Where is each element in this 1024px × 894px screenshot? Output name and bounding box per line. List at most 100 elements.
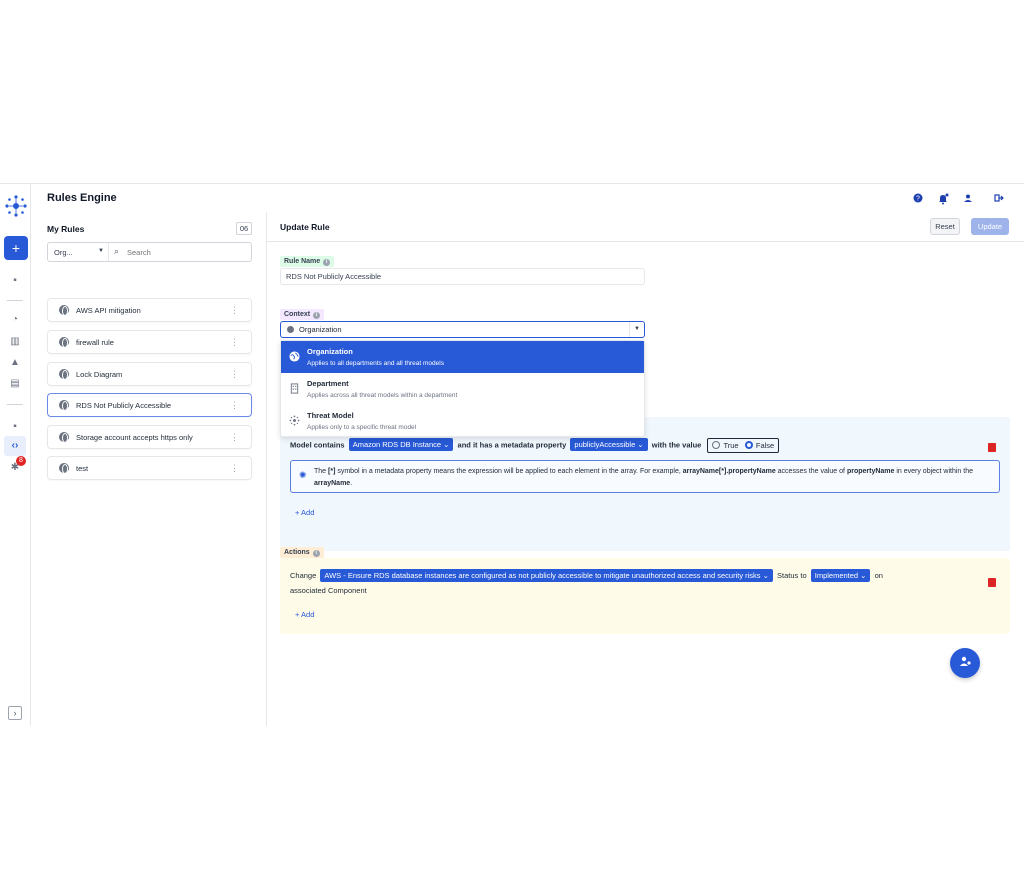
chart-icon[interactable]: ◔ xyxy=(9,314,21,326)
component-select-value: Amazon RDS DB Instance xyxy=(352,440,442,450)
rule-item-label: Lock Diagram xyxy=(76,370,123,379)
kebab-menu-icon[interactable]: ⋮ xyxy=(230,399,239,411)
shapes-icon[interactable]: ▲ xyxy=(9,357,21,369)
svg-text:?: ? xyxy=(916,196,920,203)
info-text-part: in every object within the xyxy=(894,468,974,475)
bell-icon[interactable] xyxy=(937,193,949,205)
update-rule-panel: Update Rule Reset Update Rule Name i RDS … xyxy=(267,212,1024,726)
notification-badge: 8 xyxy=(16,456,26,466)
rule-name-input[interactable]: RDS Not Publicly Accessible xyxy=(280,268,645,285)
rule-item-label: AWS API mitigation xyxy=(76,306,141,315)
info-icon[interactable]: i xyxy=(323,259,331,266)
globe-icon xyxy=(59,305,69,316)
action-suffix: on xyxy=(874,571,883,580)
action-row-2: associated Component xyxy=(290,586,367,595)
action-prefix: Change xyxy=(290,571,317,580)
context-select-value: Organization xyxy=(299,325,342,334)
property-select-value: publiclyAccessible xyxy=(574,440,636,450)
rule-item-label: test xyxy=(76,464,89,473)
info-text-part: symbol in a metadata property means the … xyxy=(335,468,683,475)
info-icon[interactable]: i xyxy=(312,550,320,557)
reset-button[interactable]: Reset xyxy=(930,218,960,235)
rule-item-firewall-rule[interactable]: firewall rule ⋮ xyxy=(47,330,252,354)
property-select[interactable]: publiclyAccessible ⌄ xyxy=(570,438,648,452)
rule-item-rds-not-publicly-accessible[interactable]: RDS Not Publicly Accessible ⋮ xyxy=(47,393,252,417)
search-icon: ⌕ xyxy=(114,246,120,256)
library-icon[interactable]: ▥ xyxy=(9,336,21,348)
globe-icon xyxy=(59,369,69,380)
actions-label-text: Actions xyxy=(284,549,310,556)
context-option-threat-model[interactable]: Threat Model Applies only to a specific … xyxy=(281,405,644,437)
option-description: Applies to all departments and all threa… xyxy=(307,360,444,367)
storage-icon[interactable]: ▤ xyxy=(9,378,21,390)
threat-model-icon xyxy=(289,415,300,426)
delete-condition-icon[interactable] xyxy=(988,443,996,452)
kebab-menu-icon[interactable]: ⋮ xyxy=(230,431,239,443)
rules-list-panel: My Rules 06 Org... ▼ ⌕ AWS API mitigatio… xyxy=(31,212,267,726)
logout-icon[interactable] xyxy=(993,193,1005,205)
add-condition-button[interactable]: + Add xyxy=(295,508,314,517)
component-select[interactable]: Amazon RDS DB Instance ⌄ xyxy=(348,438,454,452)
info-text-part: arrayName xyxy=(314,480,351,487)
context-option-department[interactable]: Department Applies across all threat mod… xyxy=(281,373,644,405)
rail-divider xyxy=(7,300,23,301)
filter-divider xyxy=(108,243,109,261)
false-radio[interactable] xyxy=(744,441,753,449)
page-title: Update Rule xyxy=(280,222,330,232)
condition-prefix: Model contains xyxy=(290,440,345,450)
context-dropdown: Organization Applies to all departments … xyxy=(280,340,645,437)
option-description: Applies across all threat models within … xyxy=(307,392,458,399)
kebab-menu-icon[interactable]: ⋮ xyxy=(230,304,239,316)
info-icon[interactable]: i xyxy=(313,312,321,319)
org-filter-select[interactable]: Org... xyxy=(54,248,73,257)
context-label-text: Context xyxy=(284,311,311,318)
actions-label: Actions i xyxy=(280,547,324,558)
rules-code-icon[interactable]: ‹› xyxy=(4,436,26,456)
condition-mid: and it has a metadata property xyxy=(457,440,567,450)
help-icon[interactable]: ? xyxy=(912,193,924,205)
user-icon[interactable] xyxy=(962,193,974,205)
condition-row: Model contains Amazon RDS DB Instance ⌄ … xyxy=(290,438,780,453)
rule-item-lock-diagram[interactable]: Lock Diagram ⋮ xyxy=(47,362,252,386)
info-text-part: . xyxy=(350,480,353,487)
folder-icon[interactable]: ▪ xyxy=(9,421,21,433)
kebab-menu-icon[interactable]: ⋮ xyxy=(230,336,239,348)
kebab-menu-icon[interactable]: ⋮ xyxy=(230,368,239,380)
rule-item-storage-account[interactable]: Storage account accepts https only ⋮ xyxy=(47,425,252,449)
caret-down-icon[interactable]: ▼ xyxy=(629,322,644,337)
rule-item-aws-api-mitigation[interactable]: AWS API mitigation ⋮ xyxy=(47,298,252,322)
context-select[interactable]: Organization ▼ xyxy=(280,321,645,338)
add-action-button[interactable]: + Add xyxy=(295,610,314,619)
kebab-menu-icon[interactable]: ⋮ xyxy=(230,462,239,474)
condition-suffix: with the value xyxy=(651,440,702,450)
action-row: Change AWS - Ensure RDS database instanc… xyxy=(290,569,883,582)
expand-rail-button[interactable]: › xyxy=(8,706,22,720)
false-radio-label: False xyxy=(755,441,775,450)
countermeasure-select-value: AWS - Ensure RDS database instances are … xyxy=(324,571,761,580)
update-button[interactable]: Update xyxy=(971,218,1009,235)
option-description: Applies only to a specific threat model xyxy=(307,424,417,431)
context-option-organization[interactable]: Organization Applies to all departments … xyxy=(281,341,644,373)
option-title: Department xyxy=(307,379,349,388)
top-bar: Rules Engine ? xyxy=(31,184,1024,212)
countermeasure-select[interactable]: AWS - Ensure RDS database instances are … xyxy=(320,569,773,582)
value-radio-group: True False xyxy=(707,438,780,453)
rule-item-label: Storage account accepts https only xyxy=(76,433,193,442)
app-window: + ▪ ◔ ▥ ▲ ▤ ▪ ‹› ✱ 8 › Rules Engine ? My… xyxy=(0,183,1024,726)
delete-action-icon[interactable] xyxy=(988,578,996,587)
left-rail: + ▪ ◔ ▥ ▲ ▤ ▪ ‹› ✱ 8 › xyxy=(0,184,31,726)
dashboard-icon[interactable]: ▪ xyxy=(9,275,21,287)
true-radio[interactable] xyxy=(712,441,721,449)
status-select-value: Implemented xyxy=(814,571,859,580)
new-button[interactable]: + xyxy=(4,236,28,260)
globe-icon xyxy=(289,351,300,362)
info-text-part: propertyName xyxy=(846,468,895,475)
search-input[interactable] xyxy=(127,246,247,258)
rule-item-label: firewall rule xyxy=(76,338,114,347)
caret-down-icon[interactable]: ▼ xyxy=(98,248,104,254)
array-info-box: ✺ The [*] symbol in a metadata property … xyxy=(290,460,1000,493)
status-select[interactable]: Implemented ⌄ xyxy=(810,569,871,582)
support-fab-button[interactable] xyxy=(950,648,980,678)
rule-item-test[interactable]: test ⋮ xyxy=(47,456,252,480)
info-text-part: accesses the value of xyxy=(775,468,847,475)
